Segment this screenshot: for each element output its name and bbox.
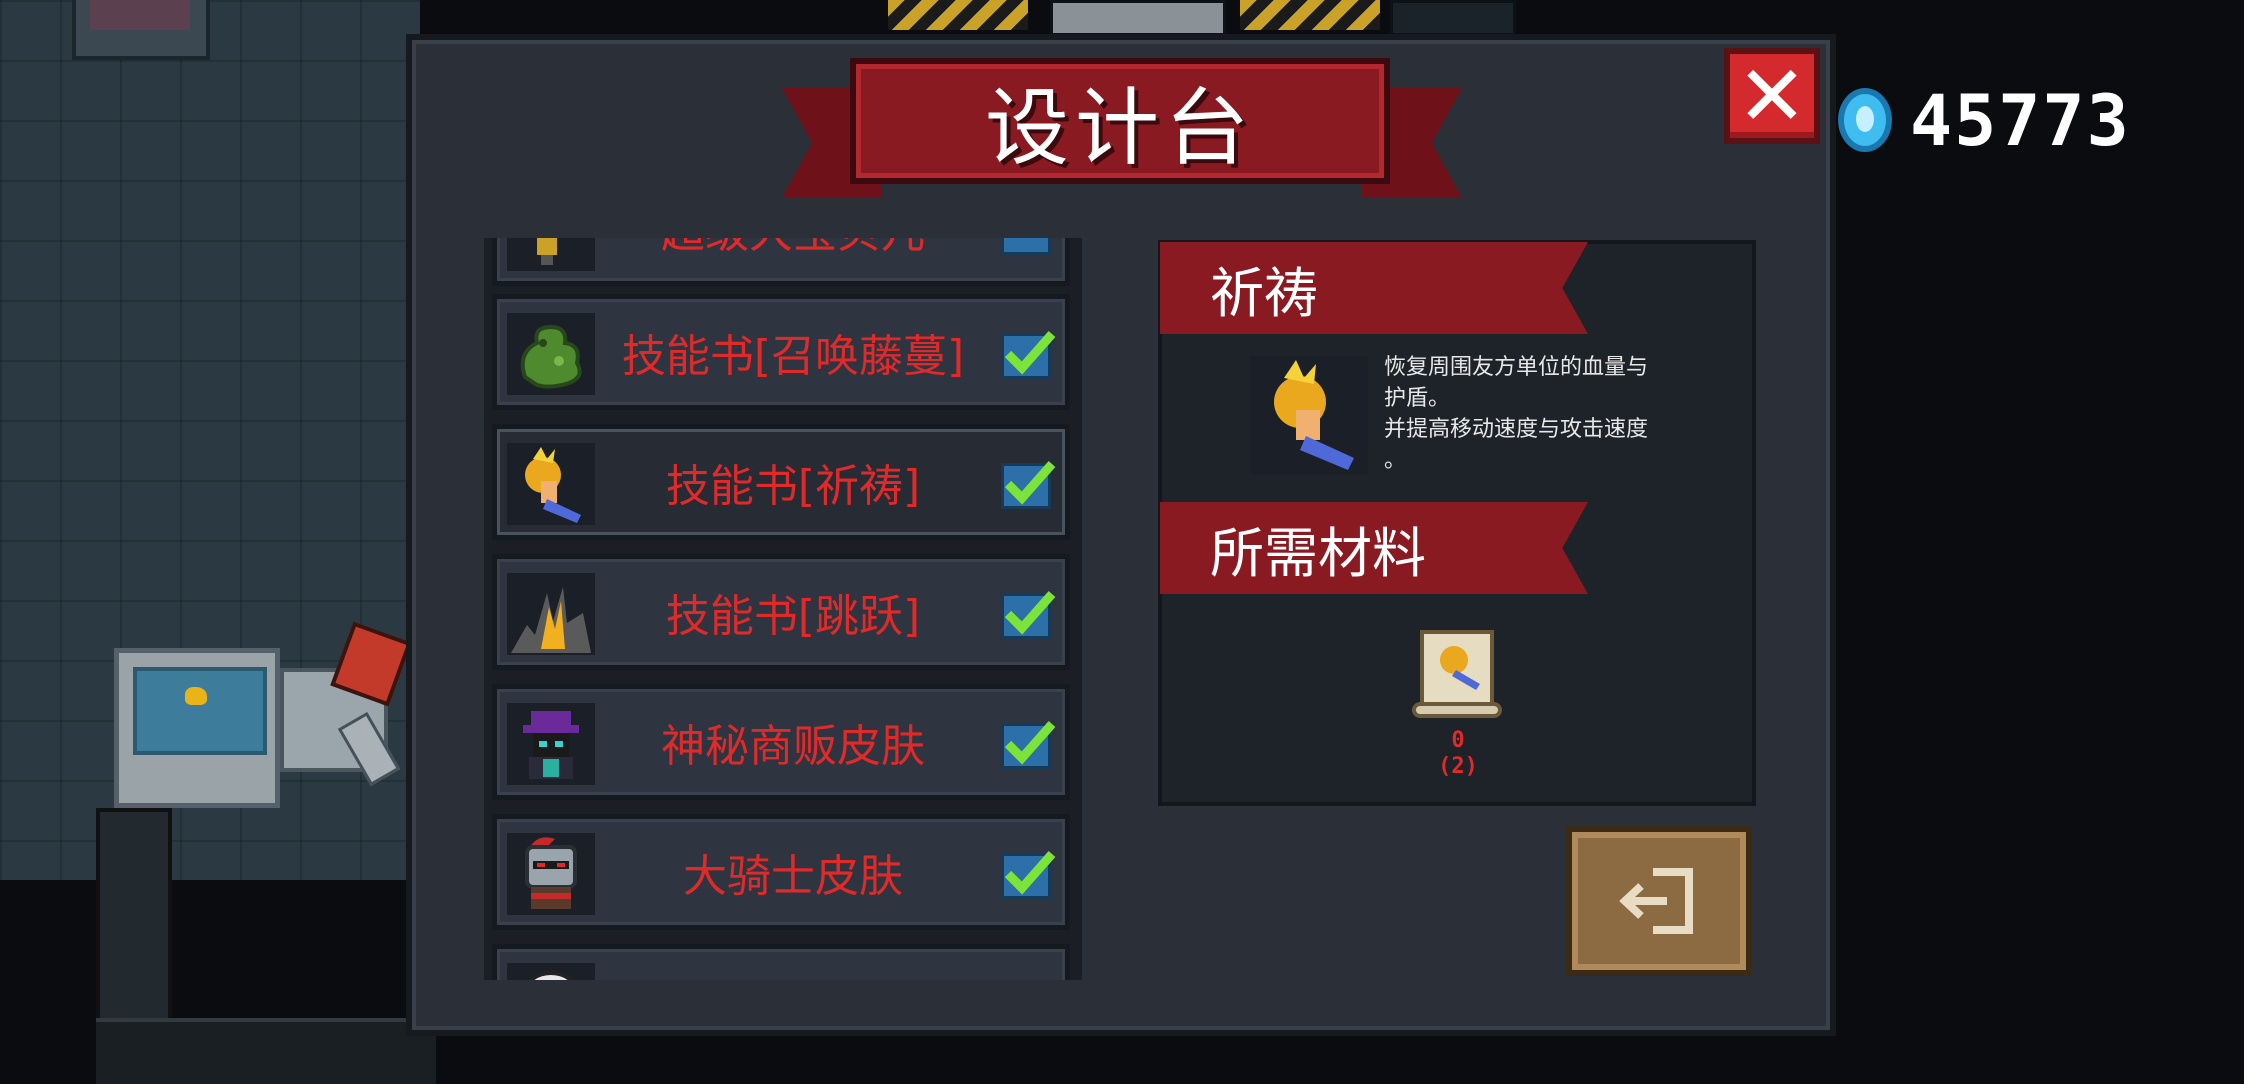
blueprint-list[interactable]: 超级大宝贝儿 技能书[召唤藤蔓] 技能书[祈祷] — [484, 238, 1082, 980]
background-monitor — [114, 648, 280, 808]
prayer-hand-icon — [1250, 356, 1368, 474]
description-line: 恢复周围友方单位的血量与 — [1384, 355, 1649, 380]
trophy-icon — [507, 238, 595, 271]
checkbox[interactable] — [1001, 461, 1056, 509]
close-button[interactable]: ✕ — [1724, 48, 1820, 144]
check-icon — [1004, 331, 1056, 375]
check-icon — [1004, 591, 1056, 635]
list-item-label: 技能书[召唤藤蔓] — [621, 331, 965, 382]
gem-count: 45773 — [1910, 80, 2131, 162]
list-item[interactable]: 神秘商贩皮肤 — [492, 684, 1070, 800]
description-line: 。 — [1384, 448, 1407, 473]
list-item[interactable]: 超级大宝贝儿 — [492, 238, 1070, 286]
background-shelf — [96, 808, 172, 1046]
checkbox[interactable] — [1001, 591, 1056, 639]
checkbox[interactable] — [1001, 851, 1056, 899]
list-item[interactable]: 大骑士皮肤 — [492, 814, 1070, 930]
checkbox[interactable] — [1001, 238, 1051, 255]
checkbox[interactable] — [1001, 331, 1056, 379]
skill-description: 恢复周围友方单位的血量与 护盾。 并提高移动速度与攻击速度 。 — [1384, 352, 1724, 476]
mystery-merchant-icon — [507, 703, 595, 785]
background-ledge — [96, 1018, 436, 1084]
material-owned: 0 — [1451, 728, 1465, 753]
background-door — [1050, 0, 1226, 36]
page-title: 设计台 — [984, 78, 1255, 177]
close-icon: ✕ — [1736, 47, 1808, 145]
material-required: (2) — [1438, 754, 1478, 779]
list-item-label: 超级大宝贝儿 — [607, 238, 979, 281]
description-line: 并提高移动速度与攻击速度 — [1384, 417, 1649, 442]
checkbox[interactable] — [1001, 721, 1056, 769]
exit-icon — [1619, 868, 1693, 934]
list-item[interactable] — [492, 944, 1070, 980]
material-count: 0 (2) — [1408, 728, 1508, 780]
jump-burst-icon — [507, 573, 595, 655]
background-machine — [72, 0, 210, 60]
hazard-stripe — [1240, 0, 1380, 30]
list-item-label: 技能书[祈祷] — [665, 461, 921, 512]
prayer-hand-icon — [507, 443, 595, 525]
background-device — [1390, 0, 1516, 36]
skill-name: 祈祷 — [1210, 261, 1318, 325]
list-item[interactable]: 技能书[祈祷] — [492, 424, 1070, 540]
skull-icon — [507, 963, 595, 980]
check-icon — [1004, 721, 1056, 765]
skill-scroll-icon[interactable] — [1408, 624, 1508, 724]
list-item-label: 技能书[跳跃] — [665, 591, 921, 642]
check-icon — [1004, 461, 1056, 505]
vine-dragon-icon — [507, 313, 595, 395]
description-line: 护盾。 — [1384, 386, 1451, 411]
materials-header: 所需材料 — [1210, 521, 1426, 585]
exit-button[interactable] — [1566, 826, 1752, 976]
list-item-label: 大骑士皮肤 — [683, 851, 903, 902]
gem-icon — [1838, 88, 1892, 152]
check-icon — [1004, 851, 1056, 895]
knight-helmet-icon — [507, 833, 595, 915]
list-item[interactable]: 技能书[跳跃] — [492, 554, 1070, 670]
list-item[interactable]: 技能书[召唤藤蔓] — [492, 294, 1070, 410]
hazard-stripe — [888, 0, 1028, 30]
list-item-label: 神秘商贩皮肤 — [661, 721, 925, 772]
